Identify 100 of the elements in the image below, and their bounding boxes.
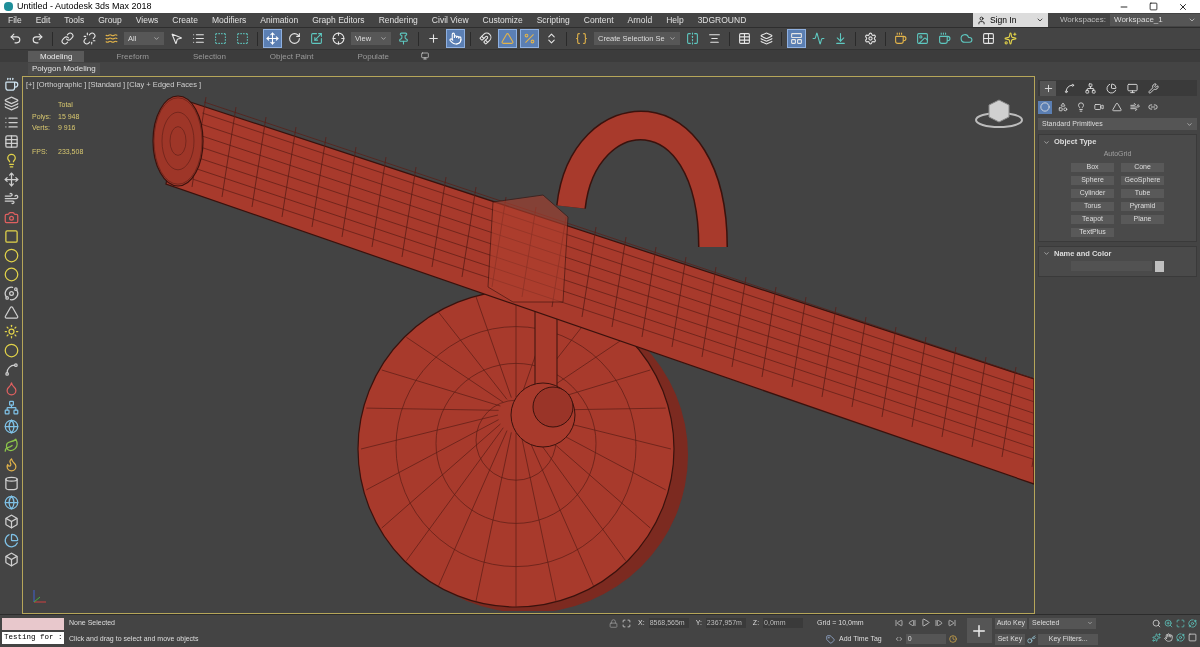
zoom-icon[interactable] bbox=[1152, 619, 1161, 628]
category-button[interactable] bbox=[1110, 100, 1124, 114]
crosshair-icon bbox=[332, 32, 345, 45]
go-to-start-icon[interactable] bbox=[894, 618, 903, 627]
redo-icon bbox=[31, 32, 44, 45]
menu-item[interactable]: Create bbox=[172, 13, 198, 27]
spline-icon[interactable] bbox=[3, 362, 19, 377]
pan-icon[interactable] bbox=[1164, 632, 1173, 642]
toolbar-button[interactable] bbox=[80, 29, 99, 48]
wind-icon bbox=[1130, 102, 1140, 112]
menu-item[interactable]: File bbox=[8, 13, 22, 27]
transform-mode-icon[interactable] bbox=[622, 618, 631, 628]
mirror-icon bbox=[685, 32, 699, 45]
camera-icon[interactable] bbox=[3, 210, 19, 225]
menu-item[interactable]: Tools bbox=[64, 13, 85, 27]
menu-item[interactable]: Civil View bbox=[431, 13, 469, 27]
command-panel-tab[interactable] bbox=[1124, 80, 1140, 96]
menu-item[interactable]: Group bbox=[98, 13, 122, 27]
sparkle-icon bbox=[1003, 32, 1017, 45]
flame-icon[interactable] bbox=[3, 457, 19, 472]
collapse-icon[interactable] bbox=[1043, 250, 1050, 257]
globe-icon[interactable] bbox=[3, 419, 19, 434]
zoom-all-icon[interactable] bbox=[1164, 619, 1173, 628]
toolbar-button[interactable] bbox=[476, 29, 495, 48]
menu-item[interactable]: Edit bbox=[35, 13, 51, 27]
layers-icon[interactable] bbox=[3, 96, 19, 111]
square-icon[interactable] bbox=[3, 229, 19, 244]
ribbon-tab[interactable]: Populate bbox=[345, 50, 401, 62]
next-frame-icon[interactable] bbox=[934, 618, 943, 627]
zoom-extents-icon[interactable] bbox=[1176, 619, 1185, 628]
camera-icon bbox=[1094, 102, 1104, 112]
lock-icon[interactable] bbox=[609, 618, 618, 628]
menu-item[interactable]: Content bbox=[583, 13, 614, 27]
toolbar-button[interactable] bbox=[786, 29, 806, 48]
tag-icon[interactable] bbox=[826, 634, 835, 644]
key-icon[interactable] bbox=[1027, 634, 1037, 644]
dashed-square-icon bbox=[236, 32, 249, 45]
sign-in-dropdown[interactable]: Sign In bbox=[972, 13, 1048, 27]
sphere-icon[interactable] bbox=[3, 495, 19, 510]
listener-input[interactable] bbox=[2, 618, 64, 630]
pie-icon[interactable] bbox=[3, 533, 19, 548]
menu-item[interactable]: Scripting bbox=[536, 13, 570, 27]
list-icon[interactable] bbox=[3, 115, 19, 130]
ribbon-tab[interactable]: Modeling bbox=[28, 50, 85, 62]
wind-icon[interactable] bbox=[3, 191, 19, 206]
menu-item[interactable]: Arnold bbox=[627, 13, 653, 27]
menu-item[interactable]: Customize bbox=[482, 13, 523, 27]
menu-item[interactable]: Modifiers bbox=[211, 13, 247, 27]
maximize-viewport-icon[interactable] bbox=[1188, 632, 1197, 642]
menu-item[interactable]: Rendering bbox=[378, 13, 418, 27]
menu-item[interactable]: Animation bbox=[260, 13, 299, 27]
previous-frame-icon[interactable] bbox=[907, 618, 916, 627]
maximize-icon[interactable] bbox=[1149, 2, 1158, 11]
pointer-icon bbox=[170, 32, 183, 45]
collapse-icon[interactable] bbox=[1043, 138, 1050, 146]
category-button[interactable] bbox=[1056, 100, 1070, 114]
toolbar-button[interactable] bbox=[263, 29, 282, 48]
workspace-dropdown[interactable]: Workspace_1 bbox=[1110, 14, 1200, 26]
frame-icon bbox=[915, 32, 929, 45]
toolbar-button[interactable] bbox=[58, 29, 77, 48]
menu-item[interactable]: Graph Editors bbox=[312, 13, 365, 27]
color-swatch[interactable] bbox=[1155, 260, 1164, 272]
ribbon-tab[interactable]: Object Paint bbox=[257, 50, 326, 62]
orbit-icon[interactable] bbox=[1176, 632, 1185, 642]
table-icon[interactable] bbox=[3, 134, 19, 149]
go-to-end-icon[interactable] bbox=[947, 618, 956, 627]
leaf-icon[interactable] bbox=[3, 438, 19, 453]
category-button[interactable] bbox=[1038, 100, 1052, 114]
command-panel-tab[interactable] bbox=[1040, 80, 1056, 96]
link-icon bbox=[61, 32, 74, 45]
render-setup-icon bbox=[863, 32, 877, 45]
ribbon-tab[interactable]: Freeform bbox=[104, 50, 161, 62]
toolbar-button[interactable] bbox=[329, 29, 348, 48]
menu-item[interactable]: 3DGROUND bbox=[697, 13, 747, 27]
network-icon[interactable] bbox=[3, 400, 19, 415]
set-key-plus-button[interactable] bbox=[966, 618, 992, 643]
box-icon[interactable] bbox=[3, 514, 19, 529]
cone-icon[interactable] bbox=[3, 305, 19, 320]
cylinder-icon[interactable] bbox=[3, 476, 19, 491]
ribbon-tab[interactable]: Selection bbox=[180, 50, 238, 62]
angle-snap-icon bbox=[501, 32, 514, 45]
spinner-icon[interactable] bbox=[894, 634, 903, 643]
close-icon[interactable] bbox=[1178, 1, 1188, 12]
ribbon-panel-label[interactable]: Polygon Modeling bbox=[28, 63, 100, 75]
sphere-icon[interactable] bbox=[3, 267, 19, 282]
move-icon[interactable] bbox=[3, 172, 19, 187]
box-icon[interactable] bbox=[3, 552, 19, 567]
orbit-icon[interactable] bbox=[3, 286, 19, 301]
app-icon bbox=[4, 2, 13, 11]
menu-item[interactable]: Views bbox=[135, 13, 159, 27]
play-icon[interactable] bbox=[920, 618, 930, 628]
sun-icon[interactable] bbox=[3, 324, 19, 339]
ribbon-options-icon[interactable] bbox=[421, 52, 429, 60]
category-button[interactable] bbox=[1128, 100, 1142, 114]
toolbar-button[interactable] bbox=[446, 29, 465, 48]
axis-tripod-icon bbox=[31, 589, 47, 605]
move-icon bbox=[266, 32, 279, 45]
ring-icon[interactable] bbox=[3, 343, 19, 358]
time-config-icon[interactable] bbox=[948, 634, 957, 643]
menu-item[interactable]: Help bbox=[666, 13, 684, 27]
